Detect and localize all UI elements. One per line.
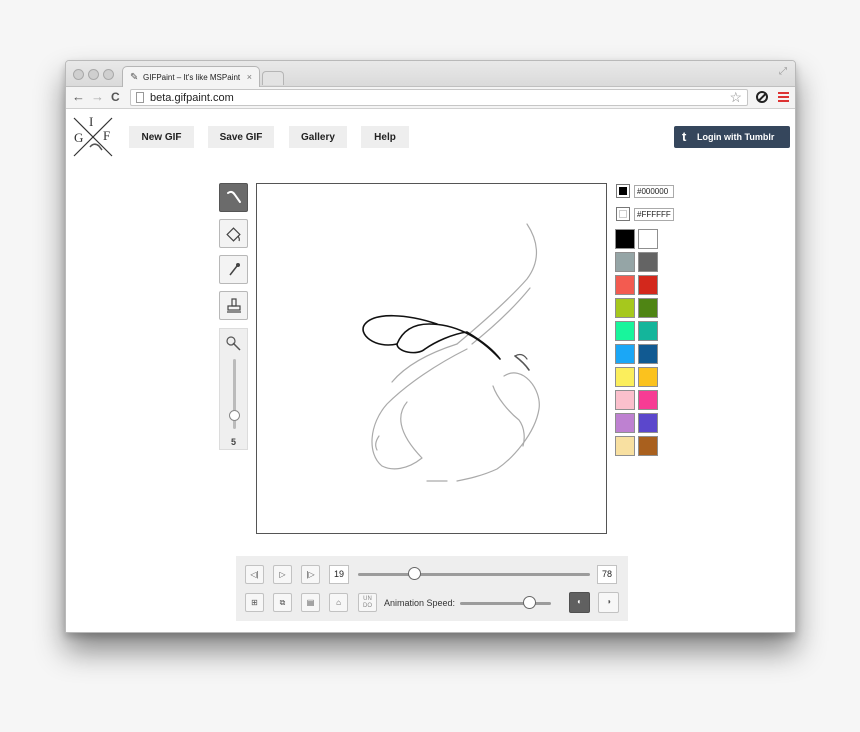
primary-color-fill — [619, 187, 627, 195]
palette-swatch[interactable] — [638, 298, 658, 318]
tab-title: GIFPaint – It's like MSPaint — [143, 73, 241, 82]
palette-swatch[interactable] — [638, 390, 658, 410]
secondary-color-hex-input[interactable] — [634, 208, 674, 221]
logo-letter-g: G — [74, 130, 84, 145]
next-frame-button[interactable]: |▷ — [301, 565, 320, 584]
current-frame-number[interactable]: 19 — [329, 565, 349, 584]
new-gif-button[interactable]: New GIF — [129, 126, 194, 148]
minimize-window-button[interactable] — [88, 69, 99, 80]
primary-color-swatch[interactable] — [616, 184, 630, 198]
brush-size-panel: 5 — [219, 328, 248, 450]
eyedropper-icon — [229, 263, 240, 276]
animation-panel: ◁| ▷ |▷ 19 78 ⊞ ⧉ ▤ ⌂ UN DO Animation Sp… — [236, 556, 628, 621]
paste-frame-button[interactable]: ▤ — [301, 593, 320, 612]
close-window-button[interactable] — [73, 69, 84, 80]
fill-tool-button[interactable] — [219, 219, 248, 248]
brush-size-icon — [226, 336, 241, 351]
fullscreen-icon[interactable]: ⤢ — [779, 66, 787, 77]
gallery-button[interactable]: Gallery — [289, 126, 347, 148]
total-frames-number: 78 — [597, 565, 617, 584]
copy-frame-button[interactable]: ⧉ — [273, 593, 292, 612]
back-button[interactable]: ← — [72, 89, 85, 105]
stamp-tool-button[interactable] — [219, 291, 248, 320]
secondary-color-fill — [619, 210, 627, 218]
extension-icon[interactable] — [756, 91, 768, 103]
palette-swatch[interactable] — [615, 275, 635, 295]
paint-bucket-icon — [226, 227, 241, 242]
palette-swatch[interactable] — [615, 252, 635, 272]
palette-swatch[interactable] — [638, 229, 658, 249]
login-tumblr-button[interactable]: t Login with Tumblr — [674, 126, 790, 148]
frame-slider-track[interactable] — [358, 573, 590, 576]
url-text[interactable]: beta.gifpaint.com — [150, 92, 234, 104]
previous-frame-button[interactable]: ◁| — [245, 565, 264, 584]
browser-window: ✎ GIFPaint – It's like MSPaint × ⤢ ← → C… — [65, 60, 796, 633]
add-frame-button[interactable]: ⊞ — [245, 593, 264, 612]
palette-swatch[interactable] — [615, 321, 635, 341]
browser-tab[interactable]: ✎ GIFPaint – It's like MSPaint × — [122, 66, 260, 88]
clear-frame-button[interactable]: ⌂ — [329, 593, 348, 612]
stamp-icon — [227, 298, 241, 313]
page-content: I G F New GIF Save GIF Gallery Help t Lo… — [66, 110, 795, 632]
help-button[interactable]: Help — [361, 126, 409, 148]
palette-swatch[interactable] — [615, 436, 635, 456]
undo-button[interactable]: UN DO — [358, 593, 377, 612]
page-icon — [136, 92, 144, 103]
browser-toolbar: ← → C beta.gifpaint.com ☆ — [66, 87, 795, 109]
new-tab-button[interactable] — [262, 71, 284, 85]
palette-swatch[interactable] — [615, 344, 635, 364]
play-button[interactable]: ▷ — [273, 565, 292, 584]
speed-slider-knob[interactable] — [523, 596, 537, 609]
palette-swatch[interactable] — [615, 229, 635, 249]
palette-swatch[interactable] — [615, 413, 635, 433]
onion-skin-off-button[interactable]: ◑ — [598, 592, 619, 613]
forward-button[interactable]: → — [91, 89, 104, 105]
palette-swatch[interactable] — [638, 413, 658, 433]
reload-button[interactable]: C — [111, 89, 120, 105]
brush-size-knob[interactable] — [229, 410, 240, 421]
brush-tool-button[interactable] — [219, 183, 248, 212]
frame-slider-knob[interactable] — [407, 567, 421, 580]
logo-letter-f: F — [103, 128, 111, 143]
speed-slider-track[interactable] — [460, 602, 551, 605]
address-bar[interactable]: beta.gifpaint.com ☆ — [130, 89, 748, 106]
eyedropper-tool-button[interactable] — [219, 255, 248, 284]
tab-close-icon[interactable]: × — [247, 72, 252, 82]
animation-speed-label: Animation Speed: — [384, 598, 456, 608]
palette-swatch[interactable] — [638, 321, 658, 341]
title-bar: ✎ GIFPaint – It's like MSPaint × ⤢ — [66, 61, 795, 88]
drawing-canvas[interactable] — [256, 183, 607, 534]
palette-swatch[interactable] — [615, 367, 635, 387]
palette-swatch[interactable] — [615, 390, 635, 410]
palette-swatch[interactable] — [638, 436, 658, 456]
brush-size-value: 5 — [230, 437, 236, 447]
brush-icon — [227, 190, 241, 203]
brush-favicon-icon: ✎ — [130, 72, 139, 83]
primary-color-hex-input[interactable] — [634, 185, 674, 198]
gifpaint-logo[interactable]: I G F — [72, 114, 114, 158]
canvas-drawing — [362, 223, 540, 482]
palette-swatch[interactable] — [615, 298, 635, 318]
save-gif-button[interactable]: Save GIF — [208, 126, 274, 148]
login-tumblr-label: Login with Tumblr — [697, 132, 775, 142]
palette-swatch[interactable] — [638, 367, 658, 387]
browser-menu-icon[interactable] — [778, 92, 789, 102]
logo-letter-i: I — [89, 114, 94, 129]
secondary-color-swatch[interactable] — [616, 207, 630, 221]
palette-swatch[interactable] — [638, 344, 658, 364]
bookmark-star-icon[interactable]: ☆ — [729, 89, 742, 106]
tumblr-icon: t — [682, 129, 687, 144]
zoom-window-button[interactable] — [103, 69, 114, 80]
onion-skin-on-button[interactable]: ◐ — [569, 592, 590, 613]
palette-swatch[interactable] — [638, 252, 658, 272]
palette-swatch[interactable] — [638, 275, 658, 295]
